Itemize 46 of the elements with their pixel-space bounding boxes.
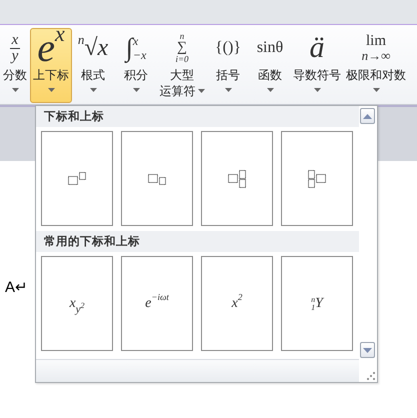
caret-icon [372,88,380,92]
button-label: 导数符号 [293,67,341,83]
caret-icon [12,88,18,92]
button-label: 极限和对数 [346,67,406,83]
placeholder-template-icon [308,170,326,188]
button-label: 大型 [170,67,194,83]
gallery-item[interactable] [281,131,353,226]
caret-icon [132,88,140,92]
symbol: ä [310,30,324,66]
button-label: 运算符 [160,83,204,99]
button-label: 函数 [258,67,282,83]
caret-icon [198,89,204,93]
resize-grip-icon[interactable] [367,372,375,380]
button-label: 括号 [216,67,240,83]
operator-symbol: n ∑ i=0 [175,30,189,66]
symbol: sinθ [256,38,284,58]
caret-icon [224,88,232,92]
section-header: 下标和上标 [36,106,359,127]
placeholder-template-icon [68,172,86,185]
ribbon-button[interactable]: n ∑ i=0 大型 运算符 [158,28,206,103]
button-label: 积分 [124,67,148,83]
button-label: 根式 [81,67,105,83]
button-label: 分数 [3,67,27,83]
ribbon-button[interactable]: lim n→∞ 极限和对数 [344,28,408,103]
ribbon-button[interactable]: sinθ 函数 [250,28,290,103]
up-arrow-icon [363,114,372,118]
caret-icon [48,88,54,92]
document-text: A↵ [5,279,28,296]
section-header: 常用的下标和上标 [36,231,359,252]
gallery-item[interactable] [41,131,113,226]
placeholder-template-icon [148,172,166,184]
scroll-down-button[interactable] [360,342,375,358]
ribbon-button[interactable]: {()} 括号 [206,28,250,103]
scroll-up-button[interactable] [360,108,375,124]
operator-symbol: lim n→∞ [362,32,390,65]
button-label: 上下标 [33,67,69,83]
ribbon-button[interactable]: ä 导数符号 [290,28,344,103]
symbol: {()} [214,38,241,58]
caret-icon [266,88,274,92]
placeholder-template-icon [228,170,246,188]
gallery-item[interactable] [201,131,273,226]
caret-icon [90,88,96,92]
ribbon-button[interactable]: x y 分数 [0,28,30,103]
down-arrow-icon [363,348,372,352]
caret-icon [314,88,320,92]
gallery-item[interactable] [121,131,193,226]
